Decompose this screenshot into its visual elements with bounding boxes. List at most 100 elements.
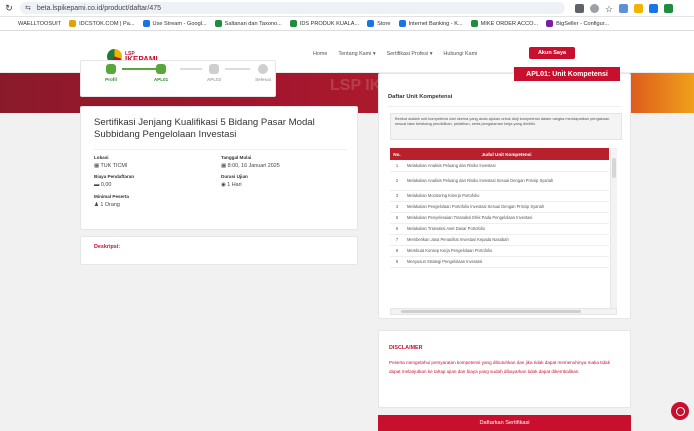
bookmark-favicon-icon <box>367 20 375 27</box>
row-number: 2 <box>390 171 404 191</box>
extension-icon-2[interactable] <box>619 3 629 13</box>
browser-toolbar: ↻ ⇆ beta.lspikepami.co.id/product/daftar… <box>0 0 694 17</box>
scrollbar-thumb[interactable] <box>401 310 581 313</box>
disclaimer-card: DISCLAIMER Peserta mengetahui persyarata… <box>378 330 631 408</box>
account-button[interactable]: Akun Saya <box>529 47 575 59</box>
biaya-value: 0,00 <box>100 182 112 188</box>
scheme-title: Sertifikasi Jenjang Kualifikasi 5 Bidang… <box>94 117 315 140</box>
row-number: 6 <box>390 223 404 235</box>
table-horizontal-scrollbar[interactable] <box>390 308 617 315</box>
step-selesai: Selesai <box>251 64 275 82</box>
bookmark-favicon-icon <box>214 20 222 27</box>
unit-title: Menyusun Strategi Pengelolaan Investasi <box>404 256 609 268</box>
description-card: Deskripsi: <box>80 236 358 265</box>
apl01-badge: APL01: Unit Kompetensi <box>514 67 620 81</box>
table-row: 5 Melakukan Penyelesaian Transaksi Efek P… <box>390 212 609 224</box>
unit-title: Melakukan Penyelesaian Transaksi Efek Pa… <box>404 212 609 224</box>
check-icon <box>258 64 268 74</box>
nav-sertifikasi-profesi[interactable]: Sertifikasi Profesi ▾ <box>387 51 433 57</box>
progress-steps: Profil APL01 APL02 Selesai <box>80 60 276 97</box>
lokasi-value: TUK TICMI <box>100 163 128 169</box>
step-apl01: APL01 <box>149 64 173 82</box>
row-number: 4 <box>390 201 404 213</box>
extension-icon-5[interactable] <box>664 3 674 13</box>
table-row: 1 Melakukan Analisis Peluang dan Risiko I… <box>390 160 609 172</box>
tanggal-field: Tanggal Mulai ▦ 8:00, 16 Januari 2025 <box>221 155 280 169</box>
site-info-icon[interactable]: ⇆ <box>25 4 31 12</box>
table-row: 4 Melakukan Pengelolaan Portofolio Invest… <box>390 201 609 213</box>
info-note: Berikut adalah unit kompetensi dari skem… <box>390 113 622 140</box>
bookmark-item[interactable]: Store <box>367 20 391 27</box>
money-icon: ▬ <box>94 182 101 188</box>
row-number: 9 <box>390 256 404 268</box>
step-profil: Profil <box>99 64 123 82</box>
bookmarks-bar: WAELLTOOSUIT IDCSTOK.COM | Pa... Use Strea… <box>0 17 694 31</box>
table-row: 7 Memberikan Jasa Penasihat Investasi Kep… <box>390 234 609 246</box>
biaya-field: Biaya Pendaftaran ▬ 0,00 <box>94 174 135 188</box>
bookmark-item[interactable]: Saltanan dan Taxono... <box>214 20 282 27</box>
col-judul: Judul Unit Kompetensi <box>404 148 609 160</box>
user-icon <box>106 64 116 74</box>
bookmark-favicon-icon <box>69 20 77 27</box>
bookmark-item[interactable]: Internet Banking - K... <box>398 20 463 27</box>
durasi-value: 1 Hari <box>227 182 242 188</box>
nav-hubungi-kami[interactable]: Hubungi Kami <box>443 51 477 57</box>
reload-icon[interactable]: ↻ <box>2 3 16 14</box>
main-nav: Home Tentang Kami ▾ Sertifikasi Profesi … <box>313 51 477 57</box>
description-label: Deskripsi: <box>94 244 121 250</box>
browser-tools: ☆ <box>575 3 674 14</box>
address-bar[interactable]: ⇆ beta.lspikepami.co.id/product/daftar/4… <box>20 2 565 14</box>
bookmark-item[interactable]: WAELLTOOSUIT <box>8 20 61 27</box>
durasi-field: Durasi Ujian ◉ 1 Hari <box>221 174 248 188</box>
whatsapp-icon[interactable] <box>671 402 689 420</box>
document-icon <box>156 64 166 74</box>
extension-icon-3[interactable] <box>634 3 644 13</box>
nav-tentang-kami[interactable]: Tentang Kami ▾ <box>338 51 375 57</box>
bookmark-favicon-icon <box>546 20 554 27</box>
unit-title: Melakukan Analisis Peluang dan Risiko In… <box>404 171 609 191</box>
unit-title: Membuat Konsep Kerja Pengelolaan Portofo… <box>404 245 609 257</box>
minimal-field: Minimal Peserta ♟ 1 Orang <box>94 194 129 208</box>
step-connector <box>180 68 202 70</box>
calendar-icon: ▦ <box>221 163 228 169</box>
bookmark-favicon-icon <box>470 20 478 27</box>
disclaimer-title: DISCLAIMER <box>389 345 423 351</box>
lokasi-field: Lokasi ▦ TUK TICMI <box>94 155 128 169</box>
divider <box>388 106 622 107</box>
clipboard-icon <box>209 64 219 74</box>
bookmark-item[interactable]: Use Stream - Googl... <box>142 20 207 27</box>
table-row: 3 Melakukan Monitoring Kinerja Portofolio <box>390 190 609 202</box>
col-no: No. <box>390 148 404 160</box>
extension-icon-4[interactable] <box>649 3 659 13</box>
unit-title: Melakukan Analisis Peluang dan Risiko In… <box>404 160 609 172</box>
row-number: 5 <box>390 212 404 224</box>
bookmark-favicon-icon <box>398 20 406 27</box>
divider <box>94 149 347 150</box>
bookmark-item[interactable]: IDS PRODUK KUALA... <box>289 20 359 27</box>
unit-title: Melakukan Transaksi Aset Dasar Portofoli… <box>404 223 609 235</box>
nav-home[interactable]: Home <box>313 51 327 57</box>
bookmark-item[interactable]: BigSeller - Configur... <box>546 20 609 27</box>
table-row: 8 Membuat Konsep Kerja Pengelolaan Portof… <box>390 245 609 257</box>
unit-title: Melakukan Monitoring Kinerja Portofolio <box>404 190 609 202</box>
bookmark-favicon-icon <box>8 20 15 27</box>
step-connector <box>225 68 250 70</box>
bookmark-item[interactable]: IDCSTOK.COM | Pa... <box>69 20 135 27</box>
table-vertical-scrollbar[interactable] <box>610 148 617 308</box>
bookmark-item[interactable]: MIKE ORDER ACCO... <box>470 20 538 27</box>
table-row: 9 Menyusun Strategi Pengelolaan Investasi <box>390 256 609 268</box>
row-number: 8 <box>390 245 404 257</box>
extension-icon[interactable] <box>575 3 584 13</box>
row-number: 7 <box>390 234 404 246</box>
unit-title: Memberikan Jasa Penasihat Investasi Kepa… <box>404 234 609 246</box>
row-number: 1 <box>390 160 404 172</box>
star-icon[interactable]: ☆ <box>605 4 613 14</box>
unit-list-title: Daftar Unit Kompetensi <box>388 94 453 100</box>
scrollbar-thumb[interactable] <box>612 158 616 178</box>
bookmark-favicon-icon <box>142 20 150 27</box>
step-apl02: APL02 <box>202 64 226 82</box>
zoom-icon[interactable] <box>590 3 599 13</box>
bookmark-favicon-icon <box>289 20 297 27</box>
table-row: 2 Melakukan Analisis Peluang dan Risiko I… <box>390 171 609 191</box>
unit-title: Melakukan Pengelolaan Portofolio Investa… <box>404 201 609 213</box>
